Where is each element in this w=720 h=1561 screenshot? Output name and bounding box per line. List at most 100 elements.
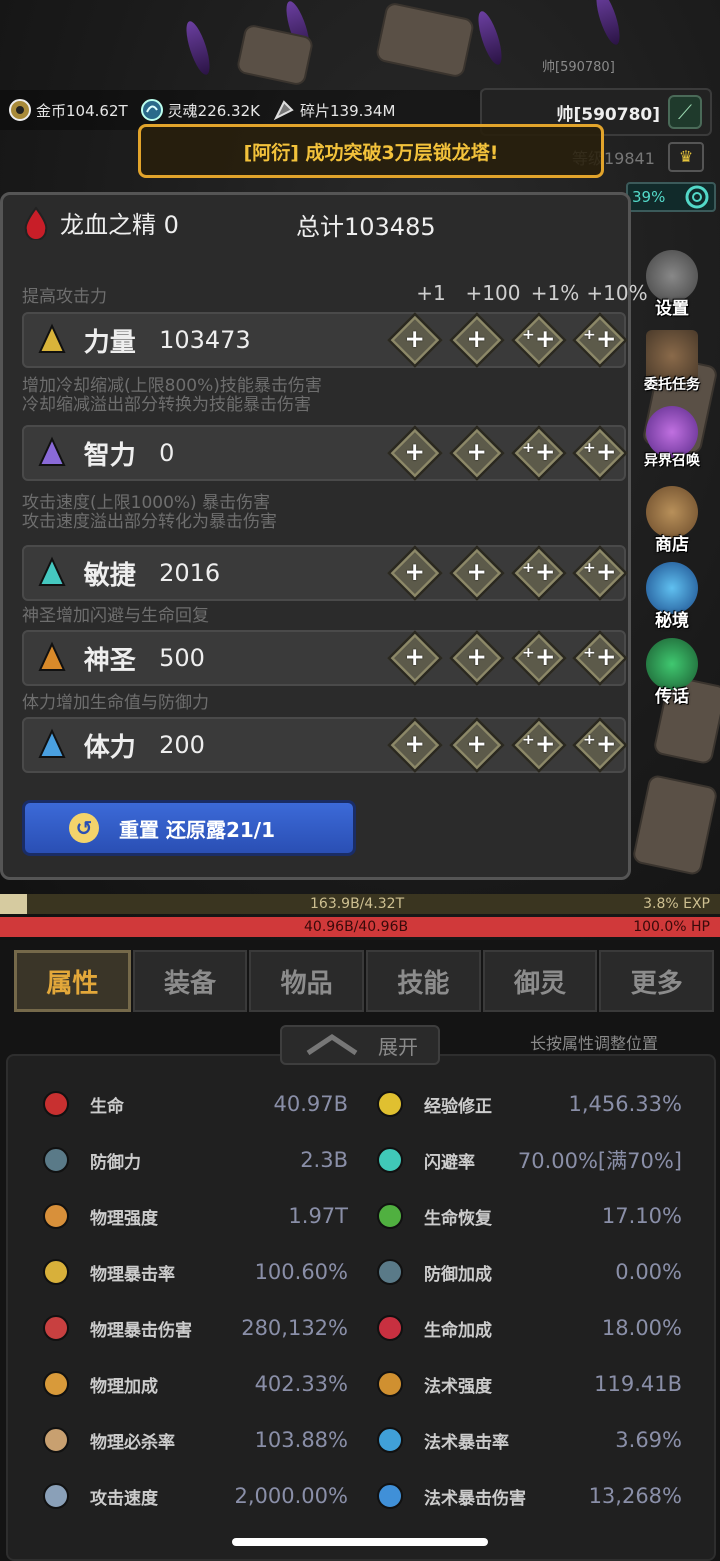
agility-plus-10pct-button[interactable]: ⁺+ (572, 545, 628, 601)
gold-value: 金币104.62T (36, 101, 128, 120)
reorder-hint: 长按属性调整位置 (530, 1034, 659, 1053)
attr-row-left[interactable]: 攻击速度 2,000.00% (38, 1471, 348, 1521)
lightning-icon (32, 725, 72, 765)
commission-button[interactable]: 委托任务 (632, 330, 712, 394)
intelligence-plus-1-button[interactable]: + (387, 425, 443, 481)
attr-value: 2,000.00% (234, 1484, 348, 1508)
reset-label: 重置 还原露21/1 (119, 817, 276, 842)
stamina-plus-1pct-button[interactable]: ⁺+ (510, 717, 567, 773)
agility-plus-1-button[interactable]: + (387, 545, 443, 601)
secret-realm-button[interactable]: 秘境 (632, 562, 712, 631)
reset-button[interactable]: ↺ 重置 还原露21/1 (22, 800, 356, 856)
stat-value: 0 (159, 439, 175, 467)
attr-name: 物理必杀率 (90, 1432, 175, 1453)
magic-crit-icon (372, 1422, 408, 1458)
plus-icon: + (466, 558, 488, 587)
leaf-icon[interactable]: ⟋ (668, 95, 702, 129)
plus-icon: + (404, 438, 426, 467)
attr-name: 生命 (90, 1096, 124, 1117)
tab-equipment[interactable]: 装备 (132, 950, 248, 1012)
attr-row-left[interactable]: 生命 40.97B (38, 1079, 348, 1129)
holy-plus-100-button[interactable]: + (449, 630, 505, 686)
soul-value: 灵魂226.32K (167, 101, 260, 120)
muscle-icon (32, 320, 72, 360)
stamina-plus-100-button[interactable]: + (449, 717, 505, 773)
agility-plus-100-button[interactable]: + (449, 545, 505, 601)
shop-button[interactable]: 商店 (632, 486, 712, 555)
agility-plus-1pct-button[interactable]: ⁺+ (510, 545, 567, 601)
plus-icon: + (466, 643, 488, 672)
stat-row-stamina: 体力 200 + + ⁺+ ⁺+ (22, 717, 628, 773)
swirl-icon (685, 185, 709, 209)
attr-name: 法术暴击率 (424, 1432, 509, 1453)
attr-name: 防御加成 (424, 1264, 492, 1285)
attr-value: 100.60% (254, 1260, 348, 1284)
holy-plus-10pct-button[interactable]: ⁺+ (572, 630, 628, 686)
stat-row-strength: 力量 103473 + + ⁺+ ⁺+ (22, 312, 628, 368)
attr-value: 119.41B (594, 1372, 682, 1396)
expand-label: 展开 (378, 1034, 418, 1059)
attr-value: 3.69% (615, 1428, 682, 1452)
attr-row-right[interactable]: 生命恢复 17.10% (372, 1191, 682, 1241)
message-button[interactable]: 传话 (632, 638, 712, 707)
attr-row-left[interactable]: 物理加成 402.33% (38, 1359, 348, 1409)
strength-plus-100-button[interactable]: + (449, 312, 505, 368)
strength-desc: 提高攻击力 (22, 287, 107, 307)
holy-desc: 神圣增加闪避与生命回复 (22, 606, 209, 626)
attr-row-left[interactable]: 物理暴击率 100.60% (38, 1247, 348, 1297)
intelligence-plus-10pct-button[interactable]: ⁺+ (572, 425, 628, 481)
strength-plus-1-button[interactable]: + (387, 312, 443, 368)
attr-row-left[interactable]: 物理强度 1.97T (38, 1191, 348, 1241)
holy-plus-1pct-button[interactable]: ⁺+ (510, 630, 567, 686)
exp-percent: 3.8% EXP (643, 896, 710, 912)
attr-value: 402.33% (254, 1372, 348, 1396)
stat-label: 体力 (83, 732, 136, 763)
tab-attributes[interactable]: 属性 (14, 950, 131, 1012)
crit-icon (38, 1254, 74, 1290)
home-indicator[interactable] (232, 1538, 488, 1546)
stamina-plus-1-button[interactable]: + (387, 717, 443, 773)
attr-value: 2.3B (300, 1148, 348, 1172)
expand-button[interactable]: 展开 (280, 1025, 440, 1065)
tab-more[interactable]: 更多 (599, 950, 715, 1012)
soul-icon (140, 99, 163, 121)
dodge-icon (372, 1142, 408, 1178)
plus-icon: ⁺+ (583, 558, 617, 587)
attr-value: 13,268% (588, 1484, 682, 1508)
attr-row-left[interactable]: 防御力 2.3B (38, 1135, 348, 1185)
attr-row-right[interactable]: 闪避率 70.00%[满70%] (372, 1135, 682, 1185)
intelligence-plus-100-button[interactable]: + (449, 425, 505, 481)
summon-button[interactable]: 异界召唤 (632, 406, 712, 470)
header-plus-100: +100 (465, 281, 521, 305)
tab-items[interactable]: 物品 (249, 950, 365, 1012)
strength-plus-1pct-button[interactable]: ⁺+ (510, 312, 567, 368)
stat-row-intelligence: 智力 0 + + ⁺+ ⁺+ (22, 425, 628, 481)
exp-value: 163.9B/4.32T (310, 896, 405, 912)
attr-row-right[interactable]: 法术暴击率 3.69% (372, 1415, 682, 1465)
soul-resource: 灵魂226.32K (140, 98, 260, 122)
attr-value: 17.10% (601, 1204, 682, 1228)
attr-row-right[interactable]: 防御加成 0.00% (372, 1247, 682, 1297)
stamina-plus-10pct-button[interactable]: ⁺+ (572, 717, 628, 773)
attr-row-right[interactable]: 生命加成 18.00% (372, 1303, 682, 1353)
attr-row-right[interactable]: 法术暴击伤害 13,268% (372, 1471, 682, 1521)
attr-row-left[interactable]: 物理必杀率 103.88% (38, 1415, 348, 1465)
header-plus-1: +1 (416, 281, 446, 305)
intelligence-plus-1pct-button[interactable]: ⁺+ (510, 425, 567, 481)
shard-resource: 碎片139.34M (272, 98, 395, 122)
tab-skills[interactable]: 技能 (366, 950, 481, 1012)
strength-plus-10pct-button[interactable]: ⁺+ (572, 312, 628, 368)
plus-icon: ⁺+ (521, 558, 556, 587)
plus-icon: ⁺+ (521, 643, 556, 672)
attr-value: 70.00%[满70%] (517, 1149, 682, 1173)
attr-row-right[interactable]: 经验修正 1,456.33% (372, 1079, 682, 1129)
tab-spirits[interactable]: 御灵 (482, 950, 598, 1012)
magic-icon (372, 1366, 408, 1402)
plus-icon: + (404, 325, 426, 354)
holy-plus-1-button[interactable]: + (387, 630, 443, 686)
plus-icon: ⁺+ (521, 325, 556, 354)
crown-icon[interactable]: ♛ (668, 142, 704, 172)
attr-row-left[interactable]: 物理暴击伤害 280,132% (38, 1303, 348, 1353)
attr-name: 攻击速度 (90, 1488, 158, 1509)
attr-row-right[interactable]: 法术强度 119.41B (372, 1359, 682, 1409)
